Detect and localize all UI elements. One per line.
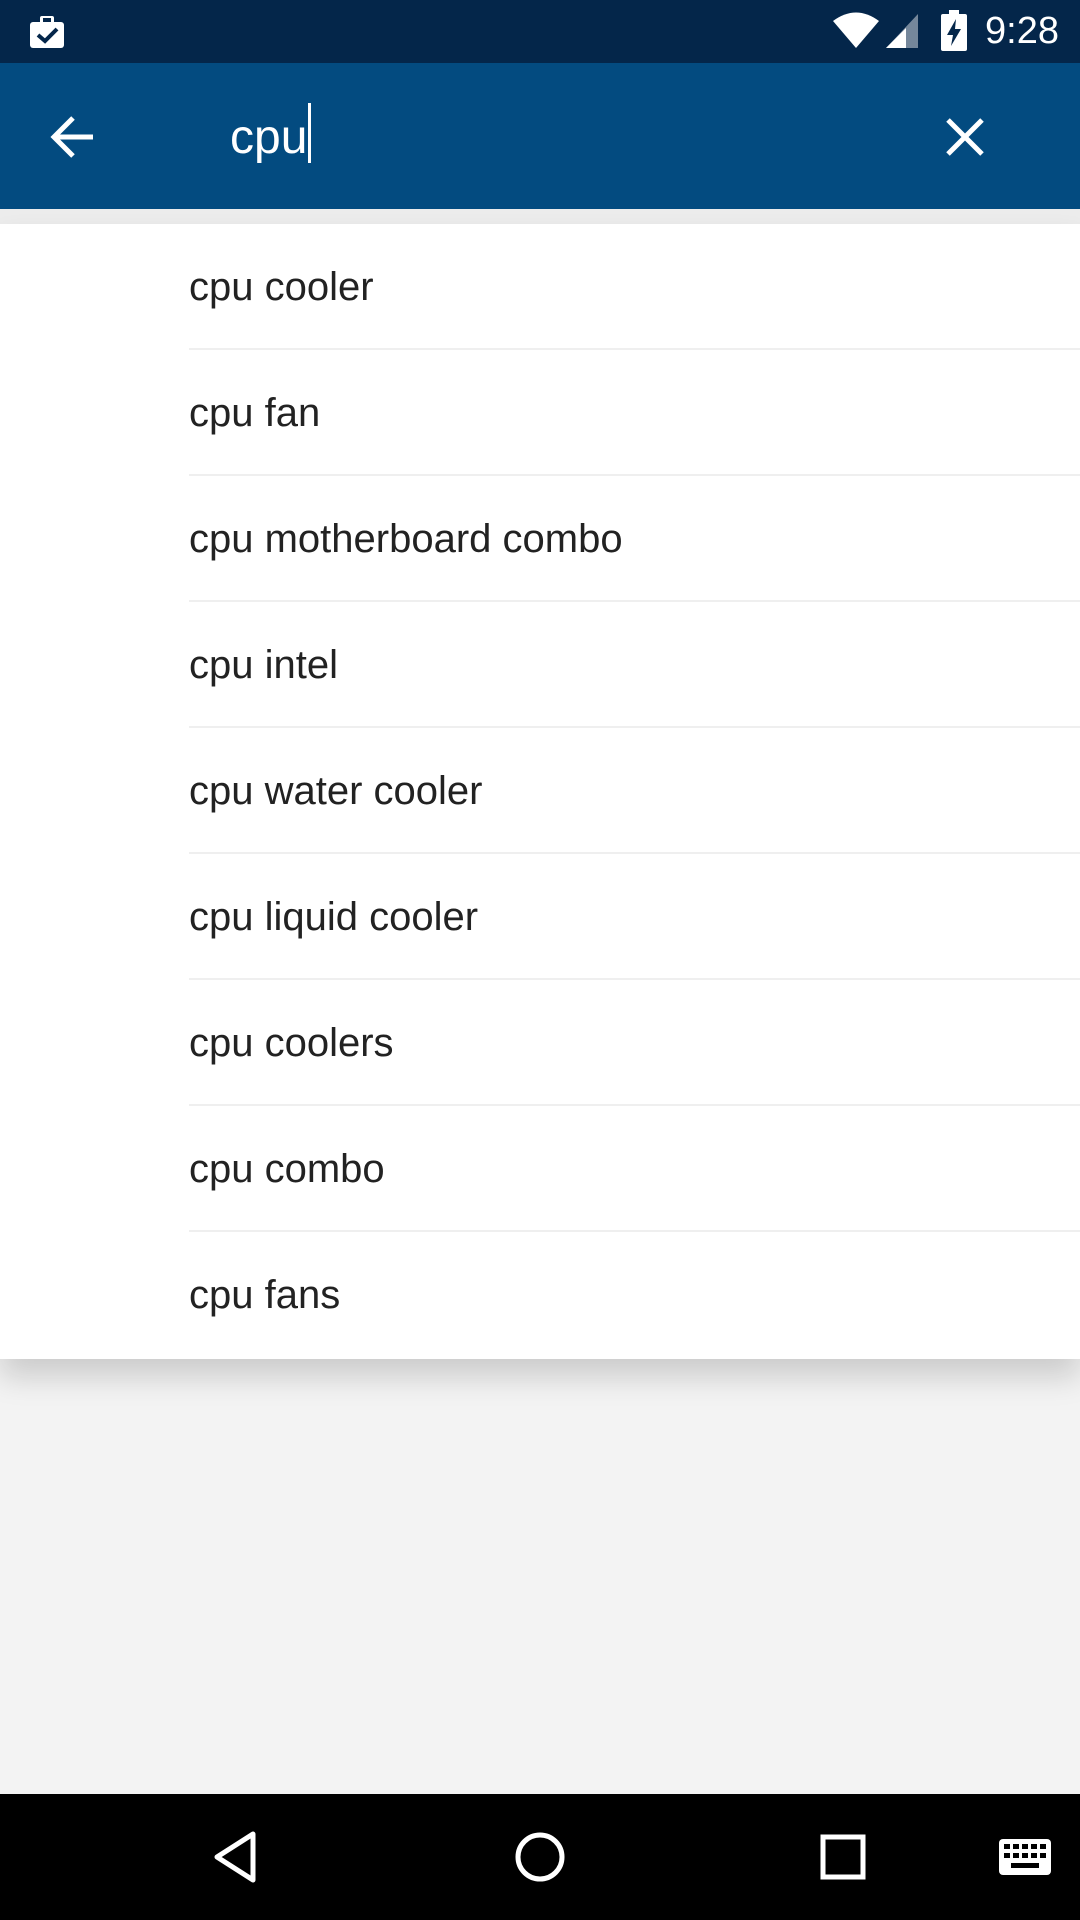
- suggestion-label: cpu water cooler: [189, 769, 483, 813]
- signal-icon: [884, 12, 920, 50]
- nav-home-button[interactable]: [505, 1822, 575, 1892]
- suggestion-label: cpu intel: [189, 643, 338, 687]
- nav-recents-button[interactable]: [808, 1822, 878, 1892]
- suggestion-item[interactable]: cpu coolers: [0, 980, 1080, 1106]
- suggestion-item[interactable]: cpu cooler: [0, 224, 1080, 350]
- search-app-bar: [0, 63, 1080, 209]
- suggestion-label: cpu motherboard combo: [189, 517, 623, 561]
- close-icon: [946, 118, 984, 156]
- wifi-icon: [832, 12, 880, 50]
- nav-home-icon: [515, 1832, 565, 1882]
- search-suggestions-list: cpu cooler cpu fan cpu motherboard combo…: [0, 224, 1080, 1359]
- back-arrow-icon: [50, 116, 93, 158]
- system-nav-bar: [0, 1794, 1080, 1920]
- suggestion-item[interactable]: cpu water cooler: [0, 728, 1080, 854]
- suggestion-label: cpu fans: [189, 1273, 341, 1317]
- battery-charging-icon: [940, 10, 968, 52]
- suggestion-label: cpu fan: [189, 391, 321, 435]
- nav-back-icon: [214, 1831, 256, 1883]
- suggestion-label: cpu liquid cooler: [189, 895, 479, 939]
- status-time: 9:28: [985, 10, 1059, 52]
- app-bar-shadow: [0, 209, 1080, 225]
- suggestion-item[interactable]: cpu motherboard combo: [0, 476, 1080, 602]
- text-cursor: [308, 103, 311, 163]
- nav-recents-icon: [820, 1834, 866, 1880]
- keyboard-icon: [999, 1839, 1051, 1875]
- status-bar: 9:28: [0, 0, 1080, 63]
- suggestion-item[interactable]: cpu fan: [0, 350, 1080, 476]
- suggestion-item[interactable]: cpu liquid cooler: [0, 854, 1080, 980]
- notification-clipboard-icon: [28, 14, 68, 50]
- suggestion-item[interactable]: cpu combo: [0, 1106, 1080, 1232]
- suggestion-item[interactable]: cpu fans: [0, 1232, 1080, 1358]
- suggestion-label: cpu combo: [189, 1147, 385, 1191]
- suggestion-label: cpu coolers: [189, 1021, 394, 1065]
- clear-search-button[interactable]: [925, 99, 1005, 175]
- keyboard-button[interactable]: [993, 1822, 1057, 1892]
- suggestion-label: cpu cooler: [189, 265, 374, 309]
- search-input[interactable]: [230, 99, 870, 175]
- back-button[interactable]: [30, 99, 116, 175]
- nav-back-button[interactable]: [200, 1822, 270, 1892]
- suggestion-item[interactable]: cpu intel: [0, 602, 1080, 728]
